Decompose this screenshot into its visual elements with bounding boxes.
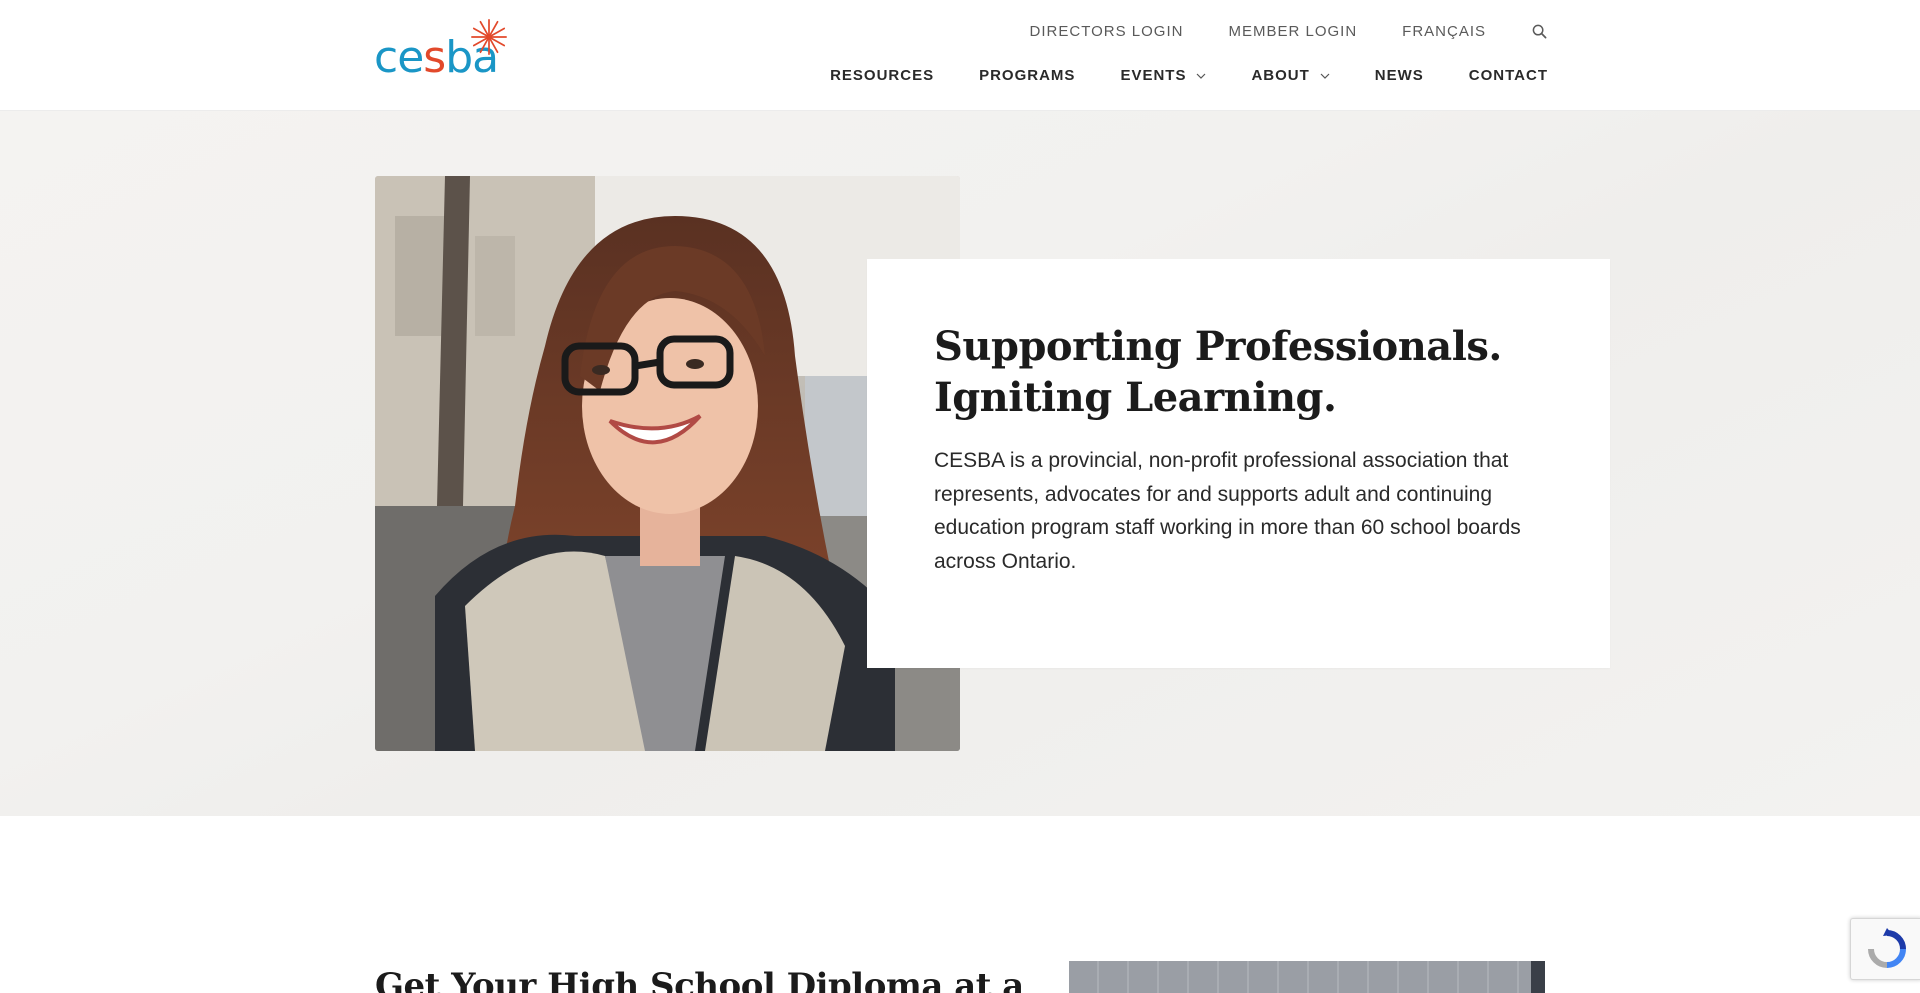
diploma-section-title: Get Your High School Diploma at a [375,966,1024,993]
nav-label: RESOURCES [830,67,935,84]
member-login-link[interactable]: MEMBER LOGIN [1228,23,1357,40]
nav-item-resources[interactable]: RESOURCES [830,67,934,84]
hero-title-line2: Igniting Learning. [934,374,1337,421]
nav-label: PROGRAMS [979,67,1076,84]
search-button[interactable] [1530,22,1548,40]
nav-label: EVENTS [1120,67,1187,84]
hero-section: Supporting Professionals. Igniting Learn… [0,111,1920,816]
chevron-down-icon [1197,73,1206,79]
nav-label: NEWS [1374,67,1424,84]
nav-label: ABOUT [1251,67,1310,84]
hero-description: CESBA is a provincial, non-profit profes… [934,449,1521,573]
recaptcha-badge[interactable] [1850,918,1920,980]
nav-item-contact[interactable]: CONTACT [1469,67,1548,84]
recaptcha-icon [1867,928,1906,968]
hero-card: Supporting Professionals. Igniting Learn… [867,259,1610,668]
nav-item-about[interactable]: ABOUT [1251,67,1330,84]
directors-login-link[interactable]: DIRECTORS LOGIN [1030,23,1184,40]
site-header: cesba DIRECTORS LOGIN MEMBER LOGIN FRANÇ… [0,0,1920,111]
cesba-logo[interactable]: cesba [374,18,514,86]
nav-label: CONTACT [1468,67,1548,84]
utility-nav: DIRECTORS LOGIN MEMBER LOGIN FRANÇAIS [985,22,1548,40]
chevron-down-icon [1320,73,1330,79]
diploma-section-image [1069,961,1545,993]
main-nav: RESOURCES PROGRAMS EVENTS ABOUT NEWS CON… [785,67,1548,84]
language-toggle-link[interactable]: FRANÇAIS [1402,23,1486,40]
nav-item-programs[interactable]: PROGRAMS [979,67,1075,84]
logo-starburst-icon [471,19,507,55]
nav-item-news[interactable]: NEWS [1375,67,1424,84]
diploma-section: Get Your High School Diploma at a [0,816,1920,993]
hero-title: Supporting Professionals. Igniting Learn… [934,321,1554,423]
search-icon [1532,24,1546,38]
hero-title-line1: Supporting Professionals. [934,323,1502,370]
nav-item-events[interactable]: EVENTS [1120,67,1206,84]
